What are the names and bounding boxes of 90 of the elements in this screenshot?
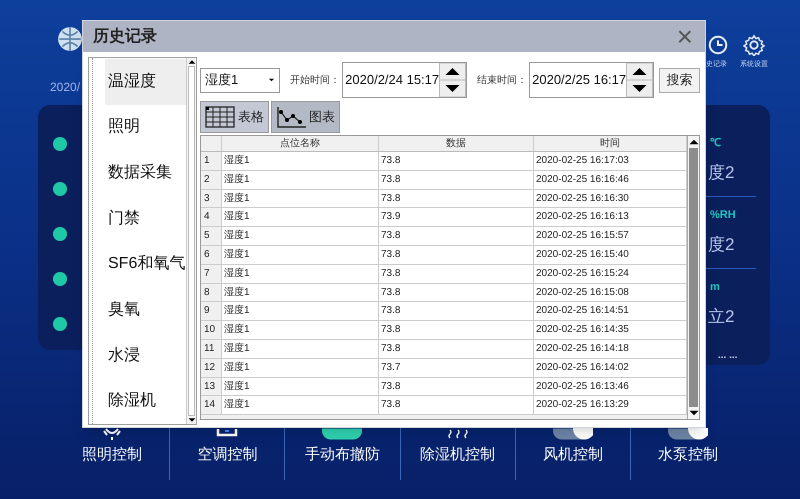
unit-label: ℃ xyxy=(710,136,721,151)
reading-value: 度2 xyxy=(708,162,734,184)
scrollbar[interactable] xyxy=(687,136,699,419)
field-label: 结束时间： xyxy=(477,74,528,88)
table-cell: 湿度1 xyxy=(222,264,379,283)
table-cell: 73.8 xyxy=(379,284,534,302)
table-cell: 2020-02-25 16:14:51 xyxy=(534,302,687,320)
view-tab[interactable]: 图表 xyxy=(271,101,340,133)
table-cell: 73.8 xyxy=(379,321,534,339)
unit-label: m xyxy=(710,280,720,295)
field-label: 开始时间： xyxy=(290,74,340,88)
table-cell: 2020-02-25 16:15:24 xyxy=(534,264,687,283)
table-cell: 2020-02-25 16:15:40 xyxy=(534,246,687,264)
table-icon xyxy=(205,106,235,128)
globe-logo-icon xyxy=(57,26,83,52)
table-cell: 73.8 xyxy=(379,264,534,283)
table-cell: 湿度1 xyxy=(222,321,379,339)
nav-label[interactable]: 风机控制 xyxy=(542,444,603,466)
end-time-field[interactable]: 2020/2/25 16:17 xyxy=(529,62,654,98)
window-title: 历史记录 xyxy=(93,26,157,46)
table-cell: 2020-02-25 16:13:46 xyxy=(534,378,687,396)
table-cell: 73.7 xyxy=(379,358,534,377)
column-header[interactable]: 数据 xyxy=(379,136,534,151)
table-cell: 2020-02-25 16:15:08 xyxy=(534,284,687,302)
table-cell: 湿度1 xyxy=(222,358,379,377)
date-text: 2020/ xyxy=(50,79,80,96)
table-cell: 2020-02-25 16:16:46 xyxy=(534,170,687,189)
close-button[interactable]: × xyxy=(672,22,697,50)
clock-icon[interactable] xyxy=(707,34,729,56)
table-cell: 湿度1 xyxy=(222,246,379,264)
table-cell: 2020-02-25 16:14:02 xyxy=(534,358,687,377)
scrollbar[interactable] xyxy=(186,58,196,424)
scroll-up-icon[interactable] xyxy=(187,58,197,66)
table-cell: 湿度1 xyxy=(222,284,379,302)
table-cell: 73.8 xyxy=(379,246,534,264)
nav-label[interactable]: 照明控制 xyxy=(82,444,142,466)
view-tab[interactable]: 表格 xyxy=(200,101,269,133)
table-cell: 73.9 xyxy=(379,208,534,226)
table-cell: 73.8 xyxy=(379,152,534,170)
row-number: 8 xyxy=(201,284,222,302)
table-cell: 73.8 xyxy=(379,396,534,414)
table-cell: 2020-02-25 16:16:30 xyxy=(534,190,687,208)
table-cell: 湿度1 xyxy=(222,227,379,245)
spin-up-icon[interactable] xyxy=(626,63,654,80)
dropdown-arrow-icon xyxy=(268,77,276,83)
table-cell: 湿度1 xyxy=(222,378,379,396)
row-number: 5 xyxy=(201,227,222,245)
row-number: 3 xyxy=(201,190,222,208)
table-cell: 73.8 xyxy=(379,378,534,396)
table-cell: 73.8 xyxy=(379,170,534,189)
scroll-down-icon[interactable] xyxy=(187,416,197,424)
category-item[interactable]: 温湿度 xyxy=(105,59,186,105)
waves-icon[interactable] xyxy=(446,428,470,440)
toggle-icon[interactable] xyxy=(322,428,362,440)
line-chart-icon xyxy=(276,106,306,128)
spin-up-icon[interactable] xyxy=(439,63,466,80)
reading-value: 度2 xyxy=(708,234,734,256)
table-cell: 湿度1 xyxy=(222,190,379,208)
table-cell: 73.8 xyxy=(379,340,534,358)
row-number: 9 xyxy=(201,302,222,320)
table-cell: 2020-02-25 16:13:29 xyxy=(534,396,687,414)
spin-down-icon[interactable] xyxy=(439,80,466,97)
table-cell: 2020-02-25 16:15:57 xyxy=(534,227,687,245)
unit-label: %RH xyxy=(710,208,736,223)
spin-down-icon[interactable] xyxy=(626,80,654,97)
table-cell: 湿度1 xyxy=(222,340,379,358)
search-button[interactable]: 搜索 xyxy=(659,68,700,92)
table-cell: 73.8 xyxy=(379,302,534,320)
column-header[interactable]: 点位名称 xyxy=(222,136,379,151)
nav-label[interactable]: 水泵控制 xyxy=(658,444,718,466)
start-time-field[interactable]: 2020/2/24 15:17 xyxy=(342,62,468,98)
table-cell: 2020-02-25 16:16:13 xyxy=(534,208,687,226)
point-dropdown[interactable]: 湿度1 xyxy=(200,68,280,92)
table-cell: 2020-02-25 16:17:03 xyxy=(534,152,687,170)
reading-value: 立2 xyxy=(708,306,734,328)
table-cell: 73.8 xyxy=(379,190,534,208)
nav-label[interactable]: 空调控制 xyxy=(197,444,258,466)
table-cell: 2020-02-25 16:14:18 xyxy=(534,340,687,358)
table-cell: 湿度1 xyxy=(222,170,379,189)
table-cell: 73.8 xyxy=(379,227,534,245)
table-cell: 湿度1 xyxy=(222,302,379,320)
more-indicator: ... ... xyxy=(718,349,738,363)
row-number: 4 xyxy=(201,208,222,226)
table-cell: 湿度1 xyxy=(222,208,379,226)
nav-label[interactable]: 除湿机控制 xyxy=(420,444,496,466)
settings-icon[interactable] xyxy=(743,34,765,56)
nav-label[interactable]: 手动布撤防 xyxy=(304,444,380,466)
table-cell: 湿度1 xyxy=(222,396,379,414)
table-cell: 湿度1 xyxy=(222,152,379,170)
table-cell: 2020-02-25 16:14:35 xyxy=(534,321,687,339)
